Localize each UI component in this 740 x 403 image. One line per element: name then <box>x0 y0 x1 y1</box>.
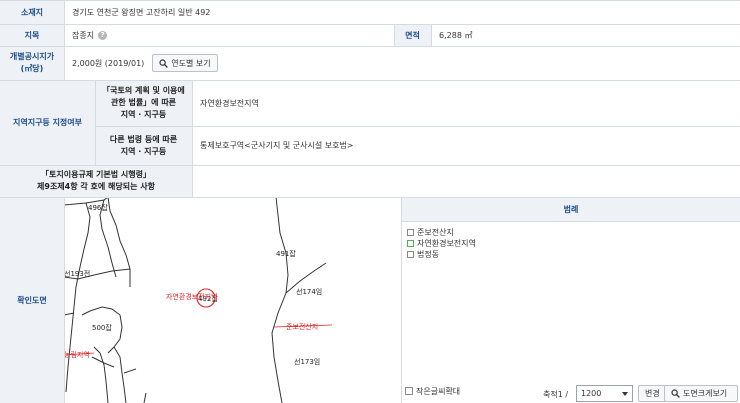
zoning-row2-label-line2: 지역 · 지구등 <box>120 146 167 156</box>
location-label: 소재지 <box>0 0 64 24</box>
zoning-row2-value: 통제보호구역<군사기지 및 군사시설 보호법> <box>192 126 740 165</box>
year-view-button-label: 연도별 보기 <box>171 58 211 68</box>
small-text-toggle[interactable]: 작은글씨확대 <box>402 383 502 399</box>
divider <box>0 46 740 47</box>
divider <box>192 80 193 197</box>
zoning-row1-label-line3: 지역 · 지구등 <box>120 110 167 119</box>
question-circle-icon[interactable]: ? <box>98 30 108 40</box>
legend-item: 법정동 <box>407 249 727 260</box>
divider <box>394 24 395 46</box>
official-price-value: 2,000원 (2019/01) <box>72 58 145 68</box>
map-label: 확인도면 <box>0 197 64 403</box>
divider <box>95 80 96 165</box>
land-category-value: 잡종지 <box>72 30 95 40</box>
search-icon <box>159 58 169 68</box>
divider <box>401 197 402 403</box>
divider <box>0 24 740 25</box>
legend-list: 준보전산지 자연환경보전지역 법정동 <box>407 227 727 260</box>
legend-swatch-legal-dong <box>407 251 414 258</box>
parcel-label-500: 500잡 <box>92 324 112 332</box>
zone-label-quasi-forest: 준보전산지 <box>286 323 319 331</box>
zoning-row2-label: 다른 법령 등에 따른 지역 · 지구등 <box>95 126 192 165</box>
legend-item: 준보전산지 <box>407 227 727 238</box>
legend-item: 자연환경보전지역 <box>407 238 727 249</box>
zone-label-natural: 자연환경보전지역 <box>166 293 218 301</box>
divider <box>431 24 432 46</box>
regulation-label: 「토지이용규제 기본법 시행령」 제9조제4항 각 호에 해당되는 사항 <box>0 165 192 197</box>
regulation-label-line1: 「토지이용규제 기본법 시행령」 <box>41 170 151 179</box>
divider <box>402 221 740 222</box>
area-label: 면적 <box>394 24 431 46</box>
zoning-row1-label-line1: 「국토의 계획 및 이용에 <box>102 86 185 95</box>
small-text-checkbox[interactable] <box>405 387 413 395</box>
zoning-label: 지역지구등 지정여부 <box>0 80 95 165</box>
official-price-cell: 2,000원 (2019/01) 연도별 보기 <box>64 46 740 80</box>
parcel-label-491: 491잡 <box>276 250 296 258</box>
land-category-cell: 잡종지 ? <box>64 24 394 46</box>
scale-change-button[interactable]: 변경 <box>638 385 667 402</box>
area-value: 6,288 ㎡ <box>431 24 740 46</box>
official-price-label-line1: 개별공시지가 <box>9 52 55 61</box>
parcel-map-drawing <box>64 197 333 403</box>
chevron-down-icon <box>622 391 628 396</box>
official-price-label-line2: (㎡당) <box>20 64 44 73</box>
enlarge-map-button-label: 도면크게보기 <box>683 389 728 398</box>
enlarge-map-button[interactable]: 도면크게보기 <box>664 385 738 402</box>
parcel-label-496: 496잡 <box>88 204 108 212</box>
divider <box>0 80 740 81</box>
divider <box>64 0 65 80</box>
parcel-map[interactable]: 496잡 491잡 선193전 500잡 선174임 선173임 492잡 자연… <box>64 197 401 403</box>
scale-select-value: 1200 <box>581 389 602 398</box>
legend-item-label: 법정동 <box>417 250 440 259</box>
regulation-label-line2: 제9조제4항 각 호에 해당되는 사항 <box>37 182 155 191</box>
official-price-label: 개별공시지가 (㎡당) <box>0 46 64 80</box>
legend-swatch-natural <box>407 240 414 247</box>
parcel-label-s173: 선173임 <box>294 358 321 366</box>
zone-label-agri: 농림지역 <box>64 351 90 359</box>
legend-item-label: 준보전산지 <box>417 228 454 237</box>
legend-swatch-quasi-forest <box>407 229 414 236</box>
legend-item-label: 자연환경보전지역 <box>417 239 476 248</box>
scale-select[interactable]: 1200 <box>576 385 633 402</box>
divider <box>0 165 740 166</box>
regulation-value <box>192 165 740 197</box>
zoning-row1-label-line2: 관한 법률」에 따른 <box>110 98 177 107</box>
magnifier-icon <box>671 389 680 398</box>
zoning-row1-label: 「국토의 계획 및 이용에 관한 법률」에 따른 지역 · 지구등 <box>95 80 192 126</box>
year-view-button[interactable]: 연도별 보기 <box>152 54 218 72</box>
divider <box>64 197 65 403</box>
small-text-label: 작은글씨확대 <box>416 386 461 396</box>
divider <box>0 197 740 198</box>
divider <box>0 0 740 1</box>
land-category-label: 지목 <box>0 24 64 46</box>
scale-label: 축적1 / <box>543 389 569 399</box>
zoning-row2-label-line1: 다른 법령 등에 따른 <box>109 134 178 144</box>
location-value: 경기도 연천군 왕징면 고잔하리 일반 492 <box>64 0 740 24</box>
parcel-label-s174: 선174임 <box>296 288 323 296</box>
legend-title: 범례 <box>402 197 740 221</box>
parcel-label-s193: 선193전 <box>64 270 91 278</box>
legend-panel: 범례 준보전산지 자연환경보전지역 법정동 <box>402 197 740 377</box>
zoning-row1-value: 자연환경보전지역 <box>192 80 740 126</box>
